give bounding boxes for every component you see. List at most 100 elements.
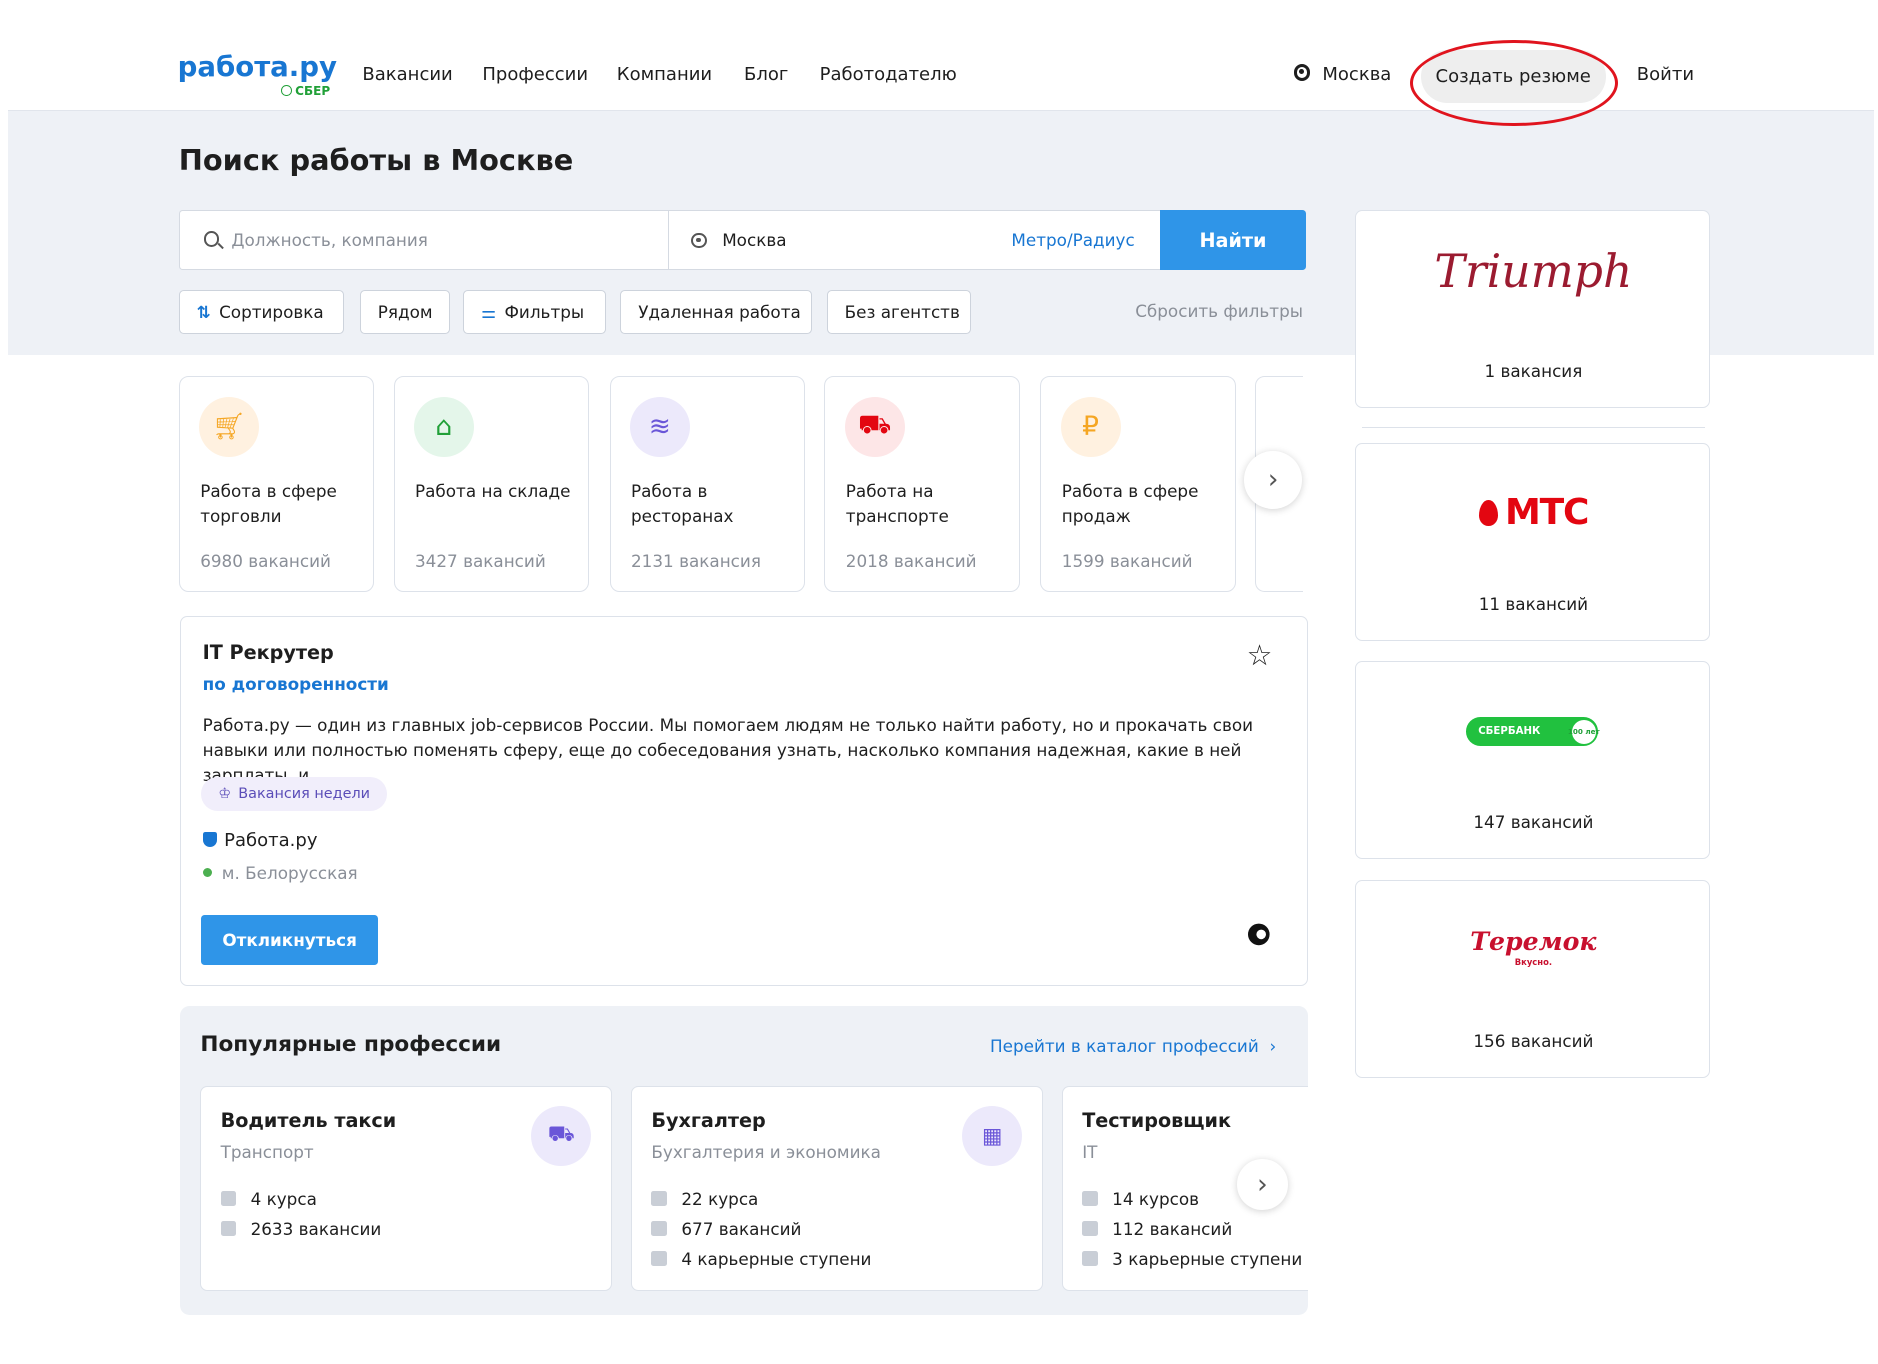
category-count: 6980 вакансий: [200, 550, 331, 571]
steps-icon: [651, 1250, 667, 1267]
profession-courses: 14 курсов: [1082, 1189, 1199, 1209]
category-name: Работа на складе: [414, 480, 571, 501]
ruble-icon: [651, 1220, 667, 1237]
employer-count: 156 вакансий: [1473, 1030, 1594, 1051]
sort-chip[interactable]: ⇅ Сортировка: [178, 290, 345, 334]
dish-icon: ≋: [629, 396, 690, 457]
vacancy-card[interactable]: IT Рекрутер по договоренности Работа.ру …: [180, 615, 1308, 987]
category-count: 1599 вакансий: [1061, 550, 1193, 571]
search-bar: Метро/Радиус: [178, 210, 1306, 270]
nav-professions[interactable]: Профессии: [482, 64, 588, 85]
nav-companies[interactable]: Компании: [617, 64, 712, 85]
cart-icon: 🛒︎: [198, 396, 259, 457]
sber-wordmark: СБЕРБАНК: [1478, 726, 1541, 738]
catalog-link[interactable]: Перейти в каталог профессий ›: [990, 1036, 1276, 1056]
profession-name: Тестировщик: [1082, 1108, 1231, 1132]
employer-card-mts[interactable]: МТС 11 вакансий: [1354, 442, 1711, 641]
teremok-slogan: Вкусно.: [1514, 957, 1553, 968]
vacancies-label: 677 вакансий: [681, 1218, 802, 1239]
mts-egg-icon: [1478, 499, 1498, 527]
courses-label: 22 курса: [681, 1188, 759, 1209]
filters-chip[interactable]: ⚌ Фильтры: [463, 290, 606, 334]
profession-category: IT: [1082, 1142, 1098, 1163]
ruble-icon: ₽: [1060, 396, 1121, 457]
category-count: 2131 вакансия: [630, 550, 761, 571]
nav-blog[interactable]: Блог: [744, 64, 788, 85]
profession-name: Водитель такси: [220, 1108, 397, 1132]
vacancy-title[interactable]: IT Рекрутер: [203, 641, 334, 664]
page-title: Поиск работы в Москве: [178, 142, 574, 177]
catalog-link-label: Перейти в каталог профессий: [990, 1035, 1259, 1056]
company-logo-icon: [1247, 918, 1279, 958]
employer-logo-triumph: Triumph: [1434, 244, 1633, 298]
vacancies-label: 2633 вакансии: [250, 1218, 382, 1239]
courses-label: 14 курсов: [1112, 1188, 1200, 1209]
category-count: 2018 вакансий: [845, 550, 977, 571]
search-input[interactable]: [179, 211, 669, 269]
category-name: Работа на транспорте: [845, 480, 949, 526]
vacancy-salary: по договоренности: [202, 674, 389, 695]
no-agencies-chip[interactable]: Без агентств: [826, 290, 971, 334]
sliders-icon: ⚌: [480, 301, 497, 322]
steps-icon: [1082, 1250, 1098, 1267]
profession-card-accountant[interactable]: Бухгалтер Бухгалтерия и экономика 22 кур…: [631, 1085, 1043, 1292]
sber-100-badge: 100 лет: [1568, 719, 1600, 744]
badge-label: Вакансия недели: [238, 786, 371, 803]
book-icon: [1082, 1190, 1098, 1207]
employer-card-sberbank[interactable]: СБЕРБАНК 100 лет 147 вакансий: [1354, 661, 1710, 860]
chevron-right-icon: ›: [1267, 464, 1279, 496]
sber-check-icon: [280, 85, 292, 97]
employer-card-teremok[interactable]: Теремок Вкусно. 156 вакансий: [1354, 879, 1710, 1078]
nav-vacancies[interactable]: Вакансии: [362, 64, 452, 85]
remote-chip[interactable]: Удаленная работа: [620, 290, 813, 334]
category-card-warehouse[interactable]: ⌂ Работа на складе 3427 вакансий: [393, 375, 590, 592]
profession-courses: 22 курса: [651, 1189, 758, 1209]
category-card-restaurants[interactable]: ≋ Работа в ресторанах 2131 вакансия: [609, 375, 806, 592]
vacancy-week-badge: ♔ Вакансия недели: [201, 777, 387, 811]
professions-next-button[interactable]: ›: [1237, 1159, 1288, 1210]
apply-button[interactable]: Откликнуться: [201, 915, 378, 965]
logo-sber: СБЕР: [280, 84, 330, 98]
ruble-icon: [220, 1220, 237, 1237]
location-pin-icon: [1293, 63, 1311, 81]
metro-label: м. Белорусская: [221, 862, 358, 883]
category-name: Работа в ресторанах: [630, 480, 734, 526]
category-card-trade[interactable]: 🛒︎ Работа в сфере торговли 6980 вакансий: [178, 375, 375, 592]
steps-label: 4 карьерные ступени: [681, 1248, 872, 1269]
metro-radius-link[interactable]: Метро/Радиус: [1011, 230, 1134, 250]
company-name[interactable]: Работа.ру: [202, 830, 318, 852]
steps-label: 3 карьерные ступени: [1112, 1248, 1303, 1269]
category-card-transport[interactable]: ⛟ Работа на транспорте 2018 вакансий: [824, 375, 1020, 592]
taxi-icon: ⛟: [531, 1106, 592, 1167]
favorite-star-icon[interactable]: ☆: [1247, 638, 1273, 672]
category-count: 3427 вакансий: [414, 550, 546, 571]
nearby-chip[interactable]: Рядом: [360, 290, 450, 334]
metro-station: м. Белорусская: [202, 862, 358, 883]
annotation-circle: [1410, 39, 1618, 126]
book-icon: [651, 1190, 667, 1207]
profession-steps: 4 карьерные ступени: [651, 1249, 871, 1269]
find-button[interactable]: Найти: [1160, 210, 1306, 270]
login-link[interactable]: Войти: [1637, 64, 1694, 85]
profession-category: Бухгалтерия и экономика: [651, 1142, 881, 1163]
company-label: Работа.ру: [224, 830, 318, 852]
metro-line-icon: [202, 867, 213, 878]
profession-card-taxi[interactable]: Водитель такси Транспорт 4 курса 2633 ва…: [200, 1085, 612, 1292]
truck-icon: ⛟: [844, 396, 905, 457]
vacancies-label: 112 вакансий: [1112, 1218, 1233, 1239]
profession-vacancies: 677 вакансий: [651, 1219, 801, 1239]
employer-card-triumph[interactable]: Triumph 1 вакансия: [1354, 210, 1710, 408]
city-selector[interactable]: Москва: [1293, 63, 1391, 85]
location-input[interactable]: [669, 211, 1006, 269]
employer-logo-mts: МТС: [1356, 492, 1711, 533]
employer-count: 11 вакансий: [1478, 593, 1589, 614]
nav-employer[interactable]: Работодателю: [820, 64, 957, 85]
courses-label: 4 курса: [250, 1188, 317, 1209]
profession-vacancies: 2633 вакансии: [220, 1218, 382, 1239]
site-logo[interactable]: работа.ру СБЕР: [178, 50, 337, 98]
employer-count: 1 вакансия: [1484, 361, 1583, 381]
popular-title: Популярные профессии: [200, 1031, 502, 1057]
category-card-sales[interactable]: ₽ Работа в сфере продаж 1599 вакансий: [1040, 375, 1236, 592]
categories-next-button[interactable]: ›: [1244, 451, 1302, 509]
reset-filters-link[interactable]: Сбросить фильтры: [1135, 301, 1303, 321]
